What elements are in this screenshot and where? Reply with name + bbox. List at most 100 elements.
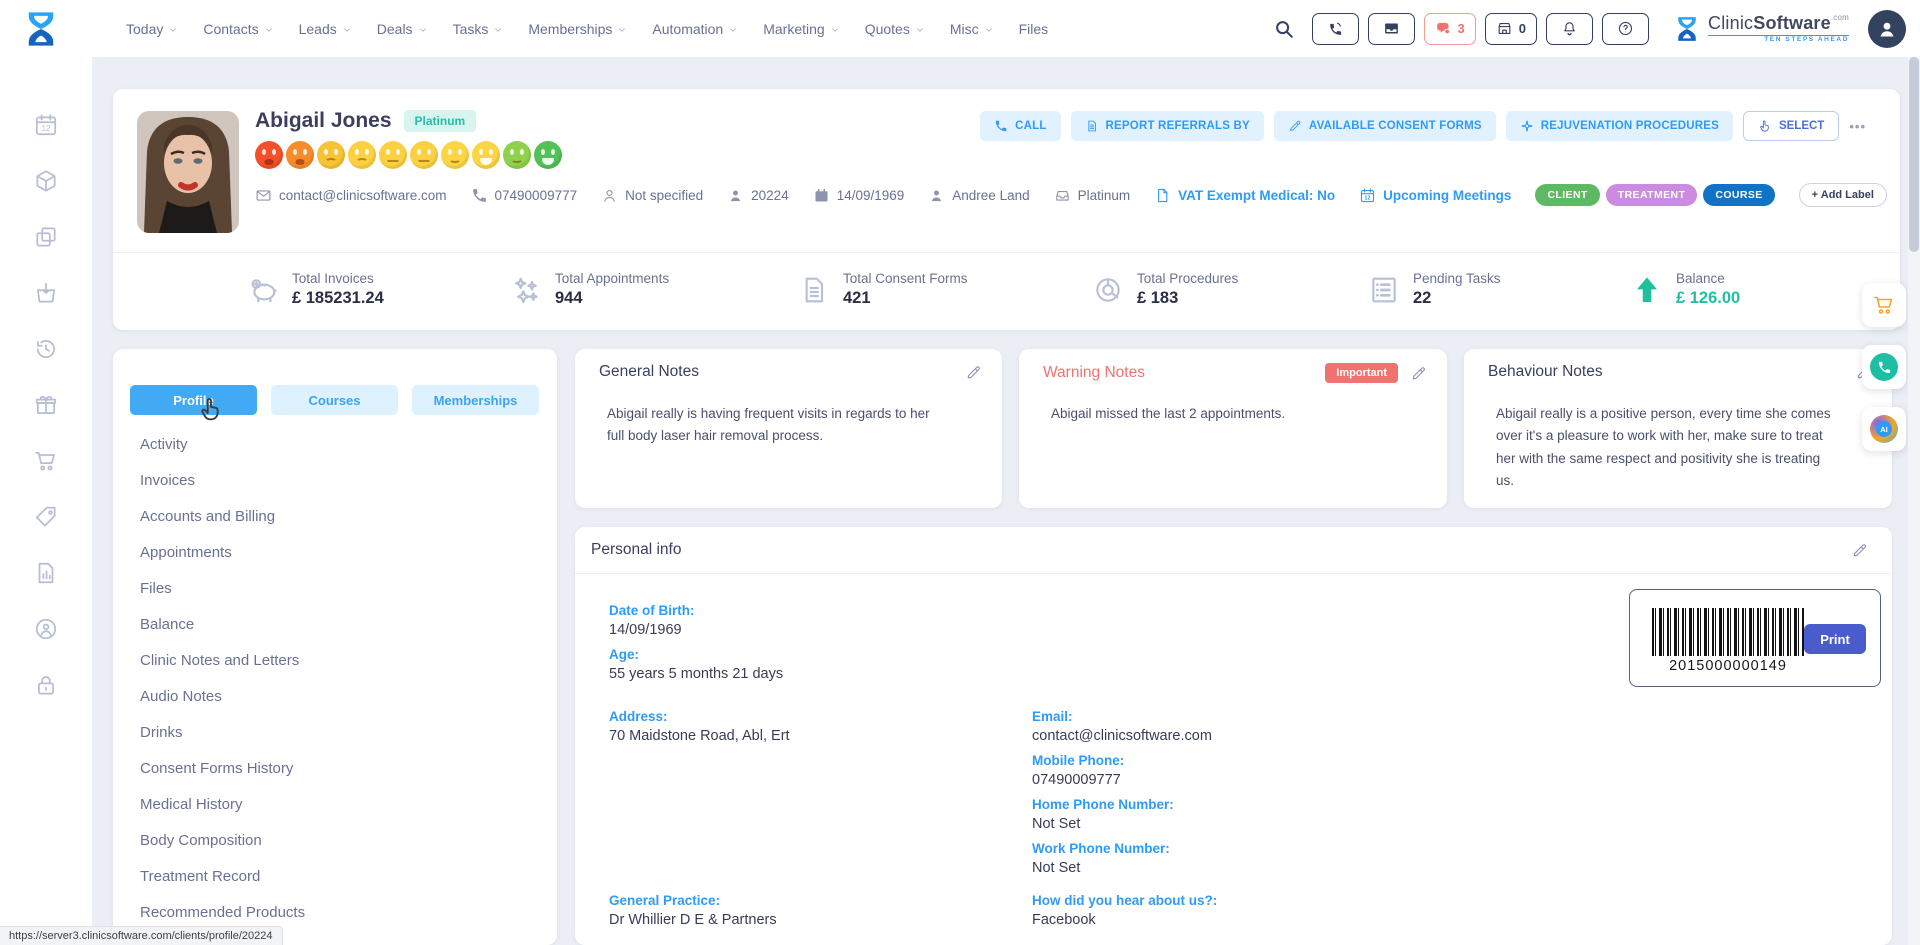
nav-item[interactable]: Deals [377,21,428,37]
contact-item[interactable]: VAT Exempt Medical: No [1154,187,1335,204]
search-icon[interactable] [1273,18,1295,40]
client-action-button[interactable]: REPORT REFERRALS BY [1071,111,1264,141]
sidebar-lock-button[interactable] [33,672,59,698]
contact-item[interactable]: contact@clinicsoftware.com [255,187,447,204]
sidebar-history-button[interactable] [33,336,59,362]
menu-item[interactable]: Consent Forms History [140,751,537,787]
stat-icon [1092,274,1124,306]
user-avatar[interactable] [1868,10,1906,48]
nav-item[interactable]: Contacts [203,21,273,37]
client-label-tag[interactable]: TREATMENT [1606,184,1698,206]
nav-item-label: Marketing [763,21,824,37]
print-barcode-button[interactable]: Print [1804,624,1866,654]
menu-item[interactable]: Clinic Notes and Letters [140,643,537,679]
sidebar-bookings-button[interactable] [33,280,59,306]
satisfaction-emoji[interactable] [441,141,469,169]
nav-item[interactable]: Tasks [453,21,504,37]
contact-item[interactable]: Not specified [601,187,703,204]
emoji-eyes [448,149,452,155]
edit-pencil-icon[interactable] [1410,365,1427,382]
add-label-button[interactable]: + Add Label [1799,183,1887,207]
help-button[interactable] [1602,13,1649,45]
nav-item[interactable]: Quotes [865,21,925,37]
personal-info-card: Personal info Date of Birth: 14/09/1969 … [575,527,1892,945]
satisfaction-emoji[interactable] [534,141,562,169]
nav-item[interactable]: Misc [950,21,994,37]
more-options-button[interactable]: ••• [1849,119,1866,134]
floating-ai-button[interactable]: AI [1862,407,1906,451]
edit-pencil-icon[interactable] [965,364,982,381]
sidebar-reports-button[interactable] [33,560,59,586]
contact-item-icon [1054,187,1071,204]
floating-cart-button[interactable] [1862,283,1906,327]
stat-label: Pending Tasks [1413,271,1501,286]
menu-item[interactable]: Drinks [140,715,537,751]
edit-pencil-icon[interactable] [1851,542,1868,559]
satisfaction-emoji[interactable] [255,141,283,169]
status-bar-url: https://server3.clinicsoftware.com/clien… [0,926,283,945]
contact-item[interactable]: Upcoming Meetings [1359,187,1511,204]
sidebar-shop-button[interactable] [33,448,59,474]
menu-item[interactable]: Treatment Record [140,859,537,895]
satisfaction-emoji[interactable] [410,141,438,169]
menu-item[interactable]: Body Composition [140,823,537,859]
inbox-button[interactable] [1368,13,1415,45]
client-action-button[interactable]: REJUVENATION PROCEDURES [1506,111,1733,141]
client-label-tag[interactable]: CLIENT [1535,184,1599,206]
nav-item[interactable]: Files [1019,21,1049,37]
scrollbar-thumb[interactable] [1909,57,1919,252]
nav-item[interactable]: Today [126,21,178,37]
contact-item[interactable]: 20224 [727,187,789,204]
tab[interactable]: Profile [130,385,257,415]
floating-call-button[interactable] [1862,345,1906,389]
sidebar-account-security-button[interactable] [33,616,59,642]
chevron-down-icon [493,25,503,35]
client-photo[interactable] [137,111,239,233]
contact-item[interactable]: Platinum [1054,187,1131,204]
satisfaction-emoji[interactable] [348,141,376,169]
personal-info-title: Personal info [591,541,681,559]
sidebar-duplicates-button[interactable] [33,224,59,250]
satisfaction-emoji[interactable] [379,141,407,169]
nav-item[interactable]: Marketing [763,21,839,37]
sidebar-gift-vouchers-button[interactable] [33,392,59,418]
mouse-cursor-icon [197,395,225,423]
client-action-button[interactable]: CALL [980,111,1060,141]
menu-item[interactable]: Medical History [140,787,537,823]
nav-item[interactable]: Memberships [528,21,627,37]
menu-item[interactable]: Activity [140,427,537,463]
dialer-button[interactable] [1312,13,1359,45]
shop-button[interactable]: 0 [1485,13,1537,45]
nav-item[interactable]: Automation [652,21,738,37]
sidebar-products-button[interactable] [33,168,59,194]
client-action-button[interactable]: AVAILABLE CONSENT FORMS [1274,111,1496,141]
messages-button[interactable]: 3 [1424,13,1476,45]
contact-item[interactable]: 14/09/1969 [813,187,905,204]
contact-item[interactable]: 07490009777 [471,187,578,204]
client-name: Abigail Jones [255,109,392,133]
nav-item[interactable]: Leads [299,21,352,37]
menu-item[interactable]: Files [140,571,537,607]
tab[interactable]: Memberships [412,385,539,415]
menu-item[interactable]: Invoices [140,463,537,499]
satisfaction-emoji[interactable] [472,141,500,169]
sidebar-calendar-button[interactable] [33,112,59,138]
satisfaction-emoji[interactable] [286,141,314,169]
contact-item[interactable]: Andree Land [928,187,1029,204]
tab[interactable]: Courses [271,385,398,415]
select-button[interactable]: SELECT [1743,111,1839,141]
vertical-scrollbar[interactable] [1908,57,1920,945]
notifications-button[interactable] [1546,13,1593,45]
brand-part2: Software [1753,13,1831,33]
menu-item[interactable]: Balance [140,607,537,643]
satisfaction-emoji[interactable] [503,141,531,169]
sidebar-pricing-button[interactable] [33,504,59,530]
satisfaction-emoji[interactable] [317,141,345,169]
stat-item: Total Invoices £ 185231.24 [247,271,384,308]
clinicsoftware-logo-icon[interactable] [20,7,62,51]
menu-item[interactable]: Appointments [140,535,537,571]
menu-item[interactable]: Audio Notes [140,679,537,715]
client-barcode-box: 2015000000149 Print [1629,589,1881,687]
client-label-tag[interactable]: COURSE [1703,184,1774,206]
menu-item[interactable]: Accounts and Billing [140,499,537,535]
